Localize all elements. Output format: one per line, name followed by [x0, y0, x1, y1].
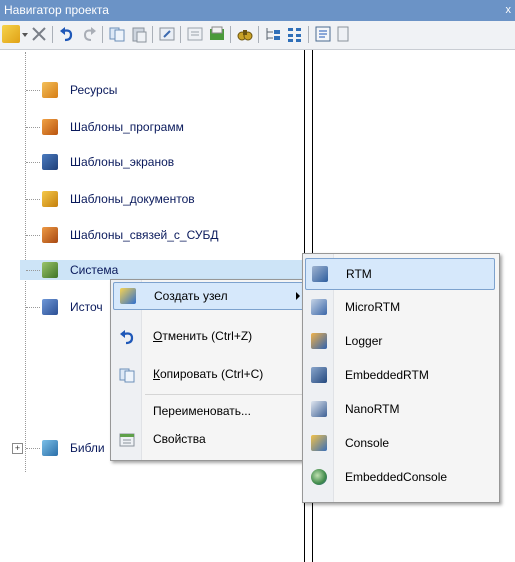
- tree-node-label: Источ: [70, 300, 103, 314]
- submenu-item-embeddedconsole[interactable]: EmbeddedConsole: [305, 462, 493, 492]
- dbms-templates-icon: [42, 227, 58, 243]
- document-templates-icon: [42, 191, 58, 207]
- navigator-title-bar: Навигатор проекта x: [0, 0, 515, 21]
- menu-item-label: MicroRTM: [345, 300, 401, 314]
- menu-item-label: NanoRTM: [345, 402, 400, 416]
- nanortm-icon: [311, 401, 327, 417]
- submenu-item-nanortm[interactable]: NanoRTM: [305, 394, 493, 424]
- create-node-submenu: RTM MicroRTM Logger EmbeddedRTM NanoRTM …: [302, 253, 500, 503]
- menu-item-properties[interactable]: Свойства: [113, 426, 305, 452]
- dropdown-arrow-icon[interactable]: [22, 25, 28, 43]
- menu-item-label: Logger: [345, 334, 383, 348]
- micrortm-icon: [311, 299, 327, 315]
- delete-icon[interactable]: [30, 25, 48, 43]
- paste-icon[interactable]: [130, 25, 148, 43]
- submenu-arrow-icon: [296, 292, 300, 300]
- tree-node-label: Библи: [70, 441, 105, 455]
- undo-icon[interactable]: [58, 25, 76, 43]
- tree-expand-icon[interactable]: [264, 25, 282, 43]
- submenu-item-logger[interactable]: Logger: [305, 326, 493, 356]
- copy-icon: [119, 366, 135, 383]
- submenu-item-console[interactable]: Console: [305, 428, 493, 458]
- resources-icon: [42, 82, 58, 98]
- program-templates-icon: [42, 119, 58, 135]
- menu-item-create-node[interactable]: Создать узел: [113, 282, 307, 310]
- tree-node-label: Система: [70, 263, 119, 277]
- redo-icon[interactable]: [80, 25, 98, 43]
- tree-node-label: Шаблоны_документов: [70, 192, 195, 206]
- screen-templates-icon: [42, 154, 58, 170]
- tree-node-label: Ресурсы: [70, 83, 118, 97]
- menu-item-label: Свойства: [153, 432, 206, 446]
- tree-collapse-icon[interactable]: [286, 25, 304, 43]
- window-title: Навигатор проекта: [4, 3, 109, 17]
- rtm-icon: [312, 266, 328, 282]
- open-folder-icon[interactable]: [208, 25, 226, 43]
- context-menu: Создать узел Отменить (Ctrl+Z) Копироват…: [110, 279, 312, 461]
- submenu-item-rtm[interactable]: RTM: [305, 258, 495, 290]
- menu-item-label: RTM: [346, 267, 372, 281]
- menu-item-label: Копировать (Ctrl+C): [153, 367, 264, 381]
- properties-icon[interactable]: [186, 25, 204, 43]
- new-node-icon[interactable]: [2, 25, 20, 43]
- properties-icon: [119, 431, 135, 447]
- submenu-item-embeddedrtm[interactable]: EmbeddedRTM: [305, 360, 493, 390]
- menu-item-label: EmbeddedConsole: [345, 470, 448, 484]
- copy-icon[interactable]: [108, 25, 126, 43]
- create-node-icon: [120, 288, 136, 304]
- find-icon[interactable]: [236, 25, 254, 43]
- menu-item-copy[interactable]: Копировать (Ctrl+C): [113, 361, 305, 387]
- more-icon[interactable]: [336, 25, 354, 43]
- embeddedrtm-icon: [311, 367, 327, 383]
- submenu-item-micrortm[interactable]: MicroRTM: [305, 292, 493, 322]
- menu-item-label: Console: [345, 436, 390, 450]
- menu-item-rename[interactable]: Переименовать...: [113, 398, 305, 424]
- tree-node-label: Шаблоны_экранов: [70, 155, 175, 169]
- undo-icon: [119, 328, 135, 345]
- menu-item-label: Переименовать...: [153, 404, 251, 418]
- tree-node-system[interactable]: Система: [20, 260, 310, 280]
- sources-icon: [42, 299, 58, 315]
- menu-separator: [145, 394, 305, 395]
- menu-item-label: EmbeddedRTM: [345, 368, 429, 382]
- menu-item-label: Создать узел: [154, 289, 228, 303]
- close-icon[interactable]: x: [506, 0, 512, 21]
- library-icon: [42, 440, 58, 456]
- system-icon: [42, 262, 58, 278]
- expand-icon[interactable]: +: [12, 443, 23, 454]
- menu-item-label: Отменить (Ctrl+Z): [153, 329, 253, 343]
- tree-node-label: Шаблоны_связей_с_СУБД: [70, 228, 219, 242]
- move-icon[interactable]: [158, 25, 176, 43]
- logger-icon: [311, 333, 327, 349]
- tree-node-label: Шаблоны_программ: [70, 120, 184, 134]
- embeddedconsole-icon: [311, 469, 327, 485]
- menu-item-undo[interactable]: Отменить (Ctrl+Z): [113, 323, 305, 349]
- toolbar: [0, 21, 515, 50]
- console-icon: [311, 435, 327, 451]
- list-icon[interactable]: [314, 25, 332, 43]
